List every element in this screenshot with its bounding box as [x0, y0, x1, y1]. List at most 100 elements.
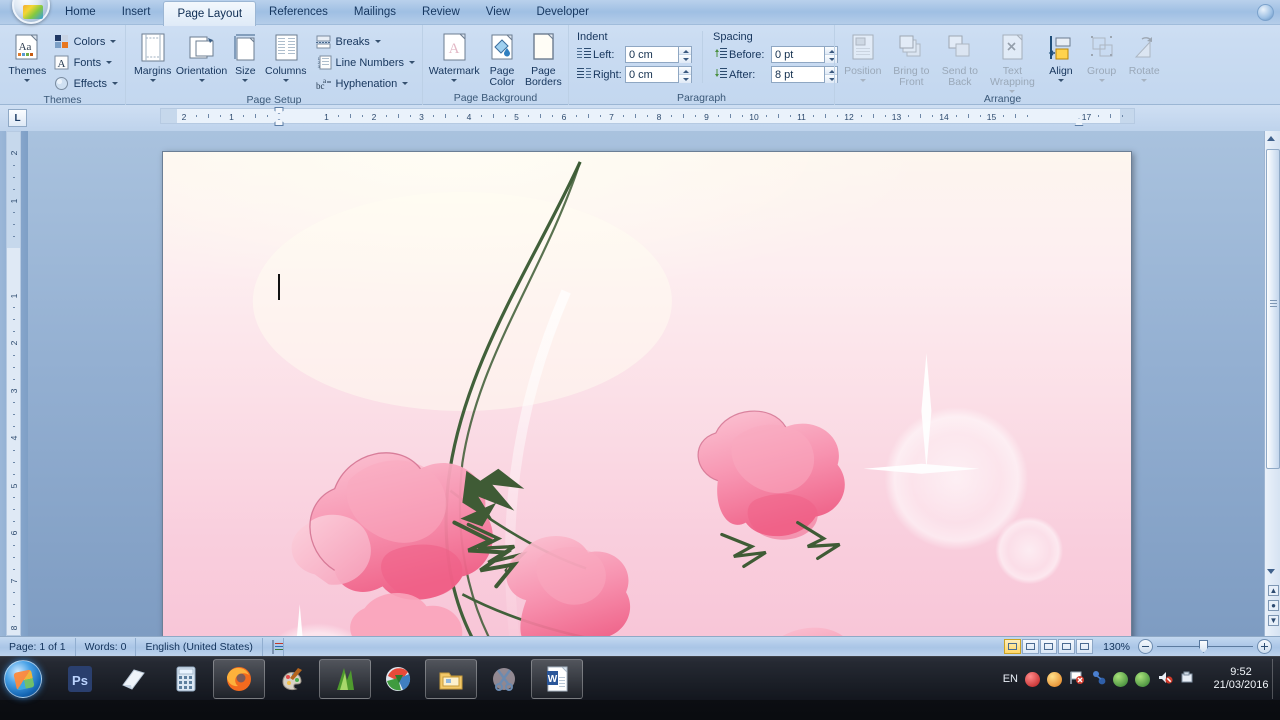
previous-page-button[interactable]: ▲ [1268, 585, 1279, 596]
rotate-button[interactable]: Rotate [1122, 30, 1166, 82]
horizontal-ruler[interactable]: L 2112345678910111213141517 [0, 105, 1280, 131]
status-language[interactable]: English (United States) [136, 638, 262, 656]
ruler-tick: 17 [1082, 113, 1091, 121]
tab-references[interactable]: References [256, 0, 341, 25]
vertical-ruler-track[interactable]: 2112345678 [6, 131, 21, 636]
scrollbar-thumb[interactable] [1266, 149, 1280, 469]
tab-page-layout[interactable]: Page Layout [163, 1, 256, 26]
hyphenation-button[interactable]: bca Hyphenation [313, 73, 418, 94]
select-browse-object-button[interactable]: ● [1268, 600, 1279, 611]
taskbar-item-notepad-document[interactable] [107, 659, 159, 699]
theme-effects-button[interactable]: Effects [51, 73, 121, 94]
taskbar-item-windows-explorer[interactable] [425, 659, 477, 699]
zoom-out-icon[interactable] [1138, 639, 1153, 654]
chevron-down-icon [24, 79, 30, 82]
size-button[interactable]: Size [228, 30, 263, 82]
taskbar-item-download-manager[interactable] [372, 659, 424, 699]
vertical-scrollbar[interactable]: ▲ ● ▼ [1264, 131, 1280, 636]
breaks-button[interactable]: Breaks [313, 31, 418, 52]
tab-developer[interactable]: Developer [523, 0, 601, 25]
taskbar-item-snipping-tool[interactable] [478, 659, 530, 699]
themes-button[interactable]: Aa Themes [4, 30, 51, 82]
help-icon[interactable] [1257, 4, 1274, 21]
indent-right-spinner[interactable] [678, 67, 691, 83]
update-green-icon[interactable] [1113, 672, 1128, 687]
tab-home[interactable]: Home [52, 0, 109, 25]
ruler-minor-tick-vertical [13, 509, 15, 510]
watermark-button[interactable]: A Watermark [427, 30, 481, 82]
group-paragraph-label: Paragraph [573, 92, 830, 105]
taskbar-item-paint[interactable] [266, 659, 318, 699]
recording-icon[interactable] [1025, 672, 1040, 687]
spacing-after-input[interactable] [772, 67, 824, 82]
update-green-2-icon[interactable] [1135, 672, 1150, 687]
document-page[interactable] [162, 151, 1132, 636]
zoom-in-icon[interactable] [1257, 639, 1272, 654]
tab-selector-button[interactable]: L [8, 109, 27, 127]
ruler-minor-tick-vertical [13, 474, 15, 475]
network-share-icon[interactable] [1091, 670, 1106, 688]
indent-left-spinner[interactable] [678, 47, 691, 63]
draft-view-button[interactable] [1076, 639, 1093, 654]
group-button[interactable]: Group [1081, 30, 1123, 82]
position-button[interactable]: Position [839, 30, 887, 82]
volume-muted-icon[interactable] [1157, 670, 1173, 688]
send-to-back-button[interactable]: Send to Back [936, 30, 984, 88]
taskbar-item-microsoft-word[interactable]: W [531, 659, 583, 699]
ruler-minor-tick [362, 115, 363, 117]
start-orb-icon[interactable] [4, 660, 42, 698]
page-borders-button[interactable]: Page Borders [523, 30, 564, 88]
next-page-button[interactable]: ▼ [1268, 615, 1279, 626]
tab-view[interactable]: View [473, 0, 524, 25]
flower-a [292, 453, 525, 600]
status-page-count[interactable]: Page: 1 of 1 [0, 638, 76, 656]
first-line-indent-marker[interactable] [275, 107, 284, 114]
taskbar-item-calculator[interactable] [160, 659, 212, 699]
columns-button[interactable]: Columns [263, 30, 308, 82]
theme-colors-button[interactable]: Colors [51, 31, 121, 52]
zoom-slider[interactable] [1157, 639, 1253, 654]
web-layout-view-button[interactable] [1040, 639, 1057, 654]
scroll-up-arrow-icon[interactable] [1267, 136, 1275, 141]
removable-media-icon[interactable] [1180, 670, 1195, 688]
tab-review[interactable]: Review [409, 0, 473, 25]
line-numbers-button[interactable]: 123 Line Numbers [313, 52, 418, 73]
office-button[interactable] [12, 0, 50, 24]
spacing-before-input[interactable] [772, 47, 824, 62]
status-word-count[interactable]: Words: 0 [76, 638, 137, 656]
zoom-slider-handle[interactable] [1199, 640, 1208, 653]
orientation-button[interactable]: Orientation [175, 30, 227, 82]
theme-fonts-button[interactable]: A Fonts [51, 52, 121, 73]
taskbar-item-green-app[interactable] [319, 659, 371, 699]
antivirus-icon[interactable] [1047, 672, 1062, 687]
effects-icon [54, 76, 70, 92]
line-numbers-icon: 123 [316, 55, 332, 71]
tray-language-indicator[interactable]: EN [1003, 673, 1018, 685]
tab-mailings[interactable]: Mailings [341, 0, 409, 25]
status-proofing[interactable] [263, 638, 284, 656]
tab-insert[interactable]: Insert [109, 0, 164, 25]
hanging-indent-marker[interactable] [275, 119, 284, 126]
indent-left-input[interactable] [626, 47, 678, 62]
print-layout-view-button[interactable] [1004, 639, 1021, 654]
ruler-minor-tick [552, 115, 553, 117]
action-center-flag-icon[interactable] [1069, 670, 1084, 688]
clock[interactable]: 9:52 21/03/2016 [1202, 666, 1274, 692]
full-screen-reading-view-button[interactable] [1022, 639, 1039, 654]
document-workspace[interactable]: ▲ ● ▼ [28, 131, 1280, 636]
page-color-button[interactable]: Page Color [481, 30, 522, 88]
taskbar-item-photoshop[interactable]: Ps [54, 659, 106, 699]
ruler-tick: 4 [467, 113, 472, 121]
show-desktop-button[interactable] [1272, 659, 1280, 699]
align-button[interactable]: Align [1041, 30, 1081, 82]
indent-right-input[interactable] [626, 67, 678, 82]
vertical-ruler[interactable]: 2112345678 [0, 131, 28, 636]
text-wrapping-button[interactable]: Text Wrapping [984, 30, 1041, 93]
taskbar-item-firefox[interactable] [213, 659, 265, 699]
zoom-level-label[interactable]: 130% [1103, 641, 1130, 653]
horizontal-ruler-track[interactable]: 2112345678910111213141517 [160, 108, 1135, 124]
outline-view-button[interactable] [1058, 639, 1075, 654]
scroll-down-arrow-icon[interactable] [1267, 569, 1275, 574]
bring-to-front-button[interactable]: Bring to Front [887, 30, 937, 88]
margins-button[interactable]: Margins [130, 30, 175, 82]
